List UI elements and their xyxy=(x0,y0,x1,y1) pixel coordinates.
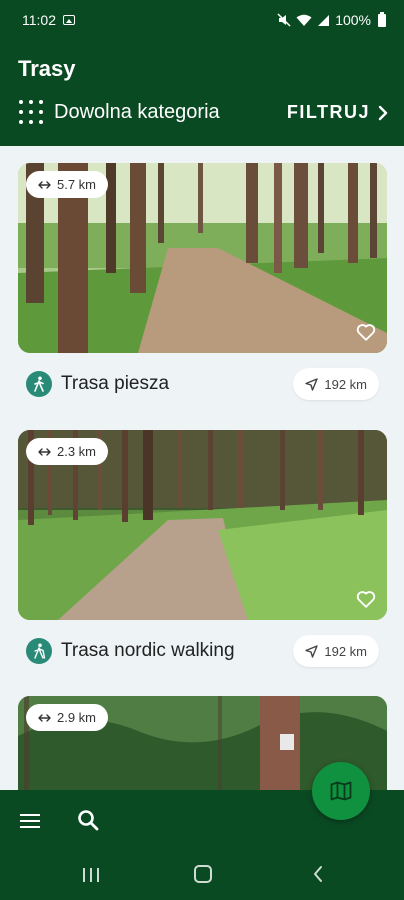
route-card[interactable]: 2.3 km Trasa nordic walking 192 km xyxy=(18,430,387,682)
page-title: Trasy xyxy=(18,56,76,81)
favorite-heart-icon[interactable] xyxy=(355,588,377,610)
route-length-badge: 5.7 km xyxy=(26,171,109,198)
map-icon xyxy=(330,781,352,801)
route-length: 5.7 km xyxy=(57,177,97,192)
length-arrows-icon xyxy=(38,180,51,189)
filter-label: FILTRUJ xyxy=(286,102,370,122)
route-length-badge: 2.3 km xyxy=(26,438,109,465)
gallery-notification-icon xyxy=(63,15,75,25)
navigation-arrow-icon xyxy=(305,377,319,391)
route-card[interactable]: 5.7 km Trasa piesza 192 km xyxy=(18,163,387,415)
wifi-icon xyxy=(296,14,312,26)
navigation-arrow-icon xyxy=(305,644,319,658)
app-bar: Trasy Dowolna kategoria FILTRUJ xyxy=(0,40,404,146)
menu-icon[interactable] xyxy=(20,814,40,828)
route-photo[interactable]: 2.3 km xyxy=(18,430,387,620)
system-nav-bar xyxy=(0,850,404,900)
distance-badge: 192 km xyxy=(293,635,379,667)
distance-badge: 192 km xyxy=(293,368,379,400)
distance-value: 192 km xyxy=(324,643,367,659)
grid-icon xyxy=(18,100,43,124)
route-name: Trasa nordic walking xyxy=(61,640,235,661)
category-label: Dowolna kategoria xyxy=(54,100,220,123)
route-length: 2.3 km xyxy=(57,444,97,459)
route-name: Trasa piesza xyxy=(61,373,170,394)
length-arrows-icon xyxy=(38,713,51,722)
home-icon[interactable] xyxy=(194,865,212,883)
signal-icon xyxy=(318,14,330,26)
category-selector[interactable]: Dowolna kategoria xyxy=(18,100,220,124)
route-info: Trasa nordic walking 192 km xyxy=(18,620,387,682)
walking-icon xyxy=(26,371,52,397)
battery-percentage: 100% xyxy=(335,12,371,28)
status-bar: 11:02 100% xyxy=(0,0,404,40)
filter-button[interactable]: FILTRUJ xyxy=(287,102,388,123)
search-icon[interactable] xyxy=(76,808,100,832)
status-time: 11:02 xyxy=(22,12,56,28)
route-info: Trasa piesza 192 km xyxy=(18,353,387,415)
route-photo[interactable]: 5.7 km xyxy=(18,163,387,353)
route-length-badge: 2.9 km xyxy=(26,704,109,731)
map-fab-button[interactable] xyxy=(312,762,370,820)
route-list[interactable]: 5.7 km Trasa piesza 192 km 2.3 km Trasa … xyxy=(0,146,404,790)
recent-apps-icon[interactable] xyxy=(83,868,99,882)
distance-value: 192 km xyxy=(324,376,367,392)
mute-icon xyxy=(277,13,291,27)
route-length: 2.9 km xyxy=(57,710,97,725)
chevron-right-icon xyxy=(378,105,388,120)
nordic-walking-icon xyxy=(26,638,52,664)
back-icon[interactable] xyxy=(312,865,324,883)
length-arrows-icon xyxy=(38,447,51,456)
favorite-heart-icon[interactable] xyxy=(355,321,377,343)
battery-icon xyxy=(378,11,386,27)
